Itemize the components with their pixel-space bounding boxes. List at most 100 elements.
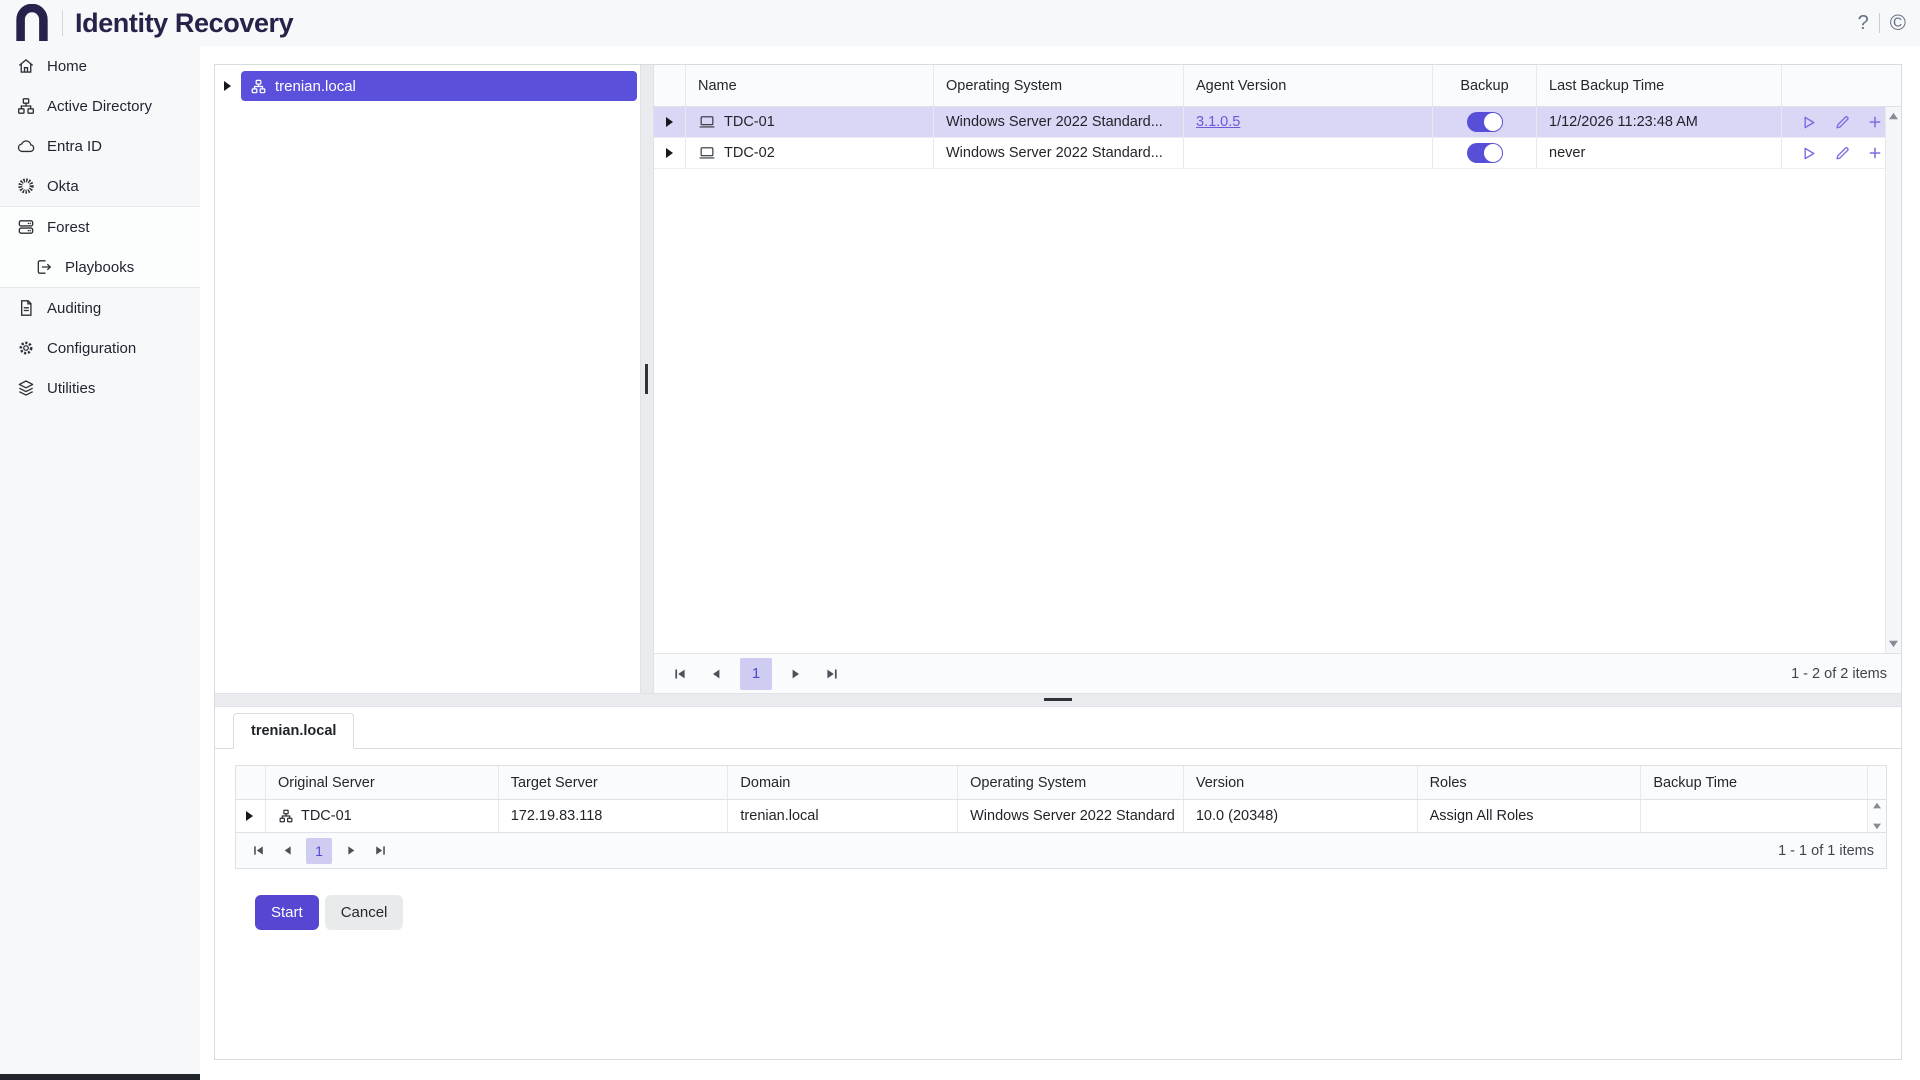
page-number[interactable]: 1 xyxy=(306,838,332,864)
os-cell: Windows Server 2022 Standard... xyxy=(934,138,1184,168)
first-page-button[interactable] xyxy=(248,841,268,861)
gear-icon xyxy=(16,338,36,358)
column-header-backup[interactable]: Backup xyxy=(1433,65,1537,106)
start-button[interactable]: Start xyxy=(255,895,319,930)
bottom-dark-strip xyxy=(0,1074,200,1080)
page-number[interactable]: 1 xyxy=(740,658,772,690)
row-expander-icon[interactable] xyxy=(654,138,686,168)
vertical-scrollbar[interactable] xyxy=(1885,107,1901,653)
row-expander-icon[interactable] xyxy=(236,800,266,832)
server-row-tdc-01[interactable]: TDC-01 Windows Server 2022 Standard... 3… xyxy=(654,107,1901,138)
grid-header-row: Name Operating System Agent Version Back… xyxy=(654,65,1901,107)
sidebar-item-label: Home xyxy=(47,58,87,75)
copyright-icon[interactable]: © xyxy=(1890,12,1906,34)
run-icon[interactable] xyxy=(1799,144,1818,163)
previous-page-button[interactable] xyxy=(277,841,297,861)
toggle-knob xyxy=(1484,113,1502,131)
run-icon[interactable] xyxy=(1799,113,1818,132)
server-name: TDC-01 xyxy=(724,114,775,130)
agent-version-cell: 3.1.0.5 xyxy=(1184,107,1433,137)
detail-row-tdc-01[interactable]: TDC-01 172.19.83.118 trenian.local Windo… xyxy=(236,800,1886,832)
last-backup-time-cell: never xyxy=(1537,138,1782,168)
column-header-actions xyxy=(1782,65,1901,106)
previous-page-button[interactable] xyxy=(704,662,728,686)
sidebar-item-label: Entra ID xyxy=(47,138,102,155)
sidebar-item-forest[interactable]: Forest xyxy=(0,207,200,247)
edit-icon[interactable] xyxy=(1833,113,1851,131)
column-header-backup-time[interactable]: Backup Time xyxy=(1641,766,1868,799)
tree-expander-icon[interactable] xyxy=(215,81,241,91)
original-server-name: TDC-01 xyxy=(301,808,352,824)
column-header-operating-system[interactable]: Operating System xyxy=(958,766,1184,799)
scroll-down-icon[interactable] xyxy=(1872,822,1882,830)
cloud-icon xyxy=(16,136,36,156)
add-icon[interactable] xyxy=(1866,113,1884,131)
footer-actions: Start Cancel xyxy=(255,895,1887,930)
column-header-name[interactable]: Name xyxy=(686,65,934,106)
tree-node-trenian-local[interactable]: trenian.local xyxy=(241,71,637,101)
last-page-button[interactable] xyxy=(370,841,390,861)
sidebar-item-okta[interactable]: Okta xyxy=(0,166,200,206)
agent-version-link[interactable]: 3.1.0.5 xyxy=(1196,114,1240,130)
backup-toggle[interactable] xyxy=(1467,112,1503,132)
next-page-button[interactable] xyxy=(341,841,361,861)
items-summary: 1 - 2 of 2 items xyxy=(1791,666,1887,682)
scroll-down-icon[interactable] xyxy=(1888,639,1899,648)
sidebar-item-home[interactable]: Home xyxy=(0,46,200,86)
sidebar-item-utilities[interactable]: Utilities xyxy=(0,368,200,408)
sidebar-item-label: Active Directory xyxy=(47,98,152,115)
n-logo xyxy=(14,4,50,42)
name-cell: TDC-01 xyxy=(686,107,934,137)
scroll-up-icon[interactable] xyxy=(1872,802,1882,810)
column-header-roles[interactable]: Roles xyxy=(1418,766,1642,799)
top-divider xyxy=(1879,13,1880,33)
last-page-button[interactable] xyxy=(820,662,844,686)
add-icon[interactable] xyxy=(1866,144,1884,162)
mini-vertical-scrollbar[interactable] xyxy=(1868,800,1886,832)
next-page-button[interactable] xyxy=(784,662,808,686)
column-header-target-server[interactable]: Target Server xyxy=(499,766,729,799)
row-actions-cell xyxy=(1782,107,1901,137)
document-icon xyxy=(16,298,36,318)
cancel-button[interactable]: Cancel xyxy=(325,895,404,930)
help-icon[interactable]: ? xyxy=(1858,13,1869,33)
vertical-splitter[interactable] xyxy=(640,65,654,693)
column-header-last-backup-time[interactable]: Last Backup Time xyxy=(1537,65,1782,106)
servers-icon xyxy=(16,217,36,237)
column-header-original-server[interactable]: Original Server xyxy=(266,766,499,799)
sidebar-item-auditing[interactable]: Auditing xyxy=(0,288,200,328)
agent-version-cell xyxy=(1184,138,1433,168)
column-header-domain[interactable]: Domain xyxy=(728,766,958,799)
grid-pager: 1 1 - 2 of 2 items xyxy=(654,653,1901,693)
sidebar-item-active-directory[interactable]: Active Directory xyxy=(0,86,200,126)
backup-cell xyxy=(1433,138,1537,168)
column-header-operating-system[interactable]: Operating System xyxy=(934,65,1184,106)
column-header-agent-version[interactable]: Agent Version xyxy=(1184,65,1433,106)
sidebar-item-label: Forest xyxy=(47,219,90,236)
detail-pager: 1 1 - 1 of 1 items xyxy=(235,833,1887,869)
server-row-tdc-02[interactable]: TDC-02 Windows Server 2022 Standard... n… xyxy=(654,138,1901,169)
edit-icon[interactable] xyxy=(1833,144,1851,162)
row-actions-cell xyxy=(1782,138,1901,168)
sidebar-item-playbooks[interactable]: Playbooks xyxy=(0,247,200,287)
sidebar-item-label: Configuration xyxy=(47,340,136,357)
column-header-version[interactable]: Version xyxy=(1184,766,1418,799)
row-expander-icon[interactable] xyxy=(654,107,686,137)
tree-node-label: trenian.local xyxy=(275,78,356,95)
horizontal-splitter-handle[interactable] xyxy=(1044,698,1072,701)
header-expander-column xyxy=(236,766,266,799)
vertical-splitter-handle[interactable] xyxy=(645,364,648,394)
domain-cell: trenian.local xyxy=(728,800,958,832)
detail-tabstrip: trenian.local xyxy=(215,707,1901,749)
first-page-button[interactable] xyxy=(668,662,692,686)
sitemap-icon xyxy=(16,96,36,116)
backup-toggle[interactable] xyxy=(1467,143,1503,163)
sidebar-item-entra-id[interactable]: Entra ID xyxy=(0,126,200,166)
scroll-up-icon[interactable] xyxy=(1888,112,1899,121)
sidebar-item-label: Auditing xyxy=(47,300,101,317)
app-title: Identity Recovery xyxy=(75,8,293,39)
horizontal-splitter[interactable] xyxy=(215,693,1901,707)
tab-trenian-local[interactable]: trenian.local xyxy=(233,713,354,749)
sidebar-item-label: Utilities xyxy=(47,380,95,397)
sidebar-item-configuration[interactable]: Configuration xyxy=(0,328,200,368)
